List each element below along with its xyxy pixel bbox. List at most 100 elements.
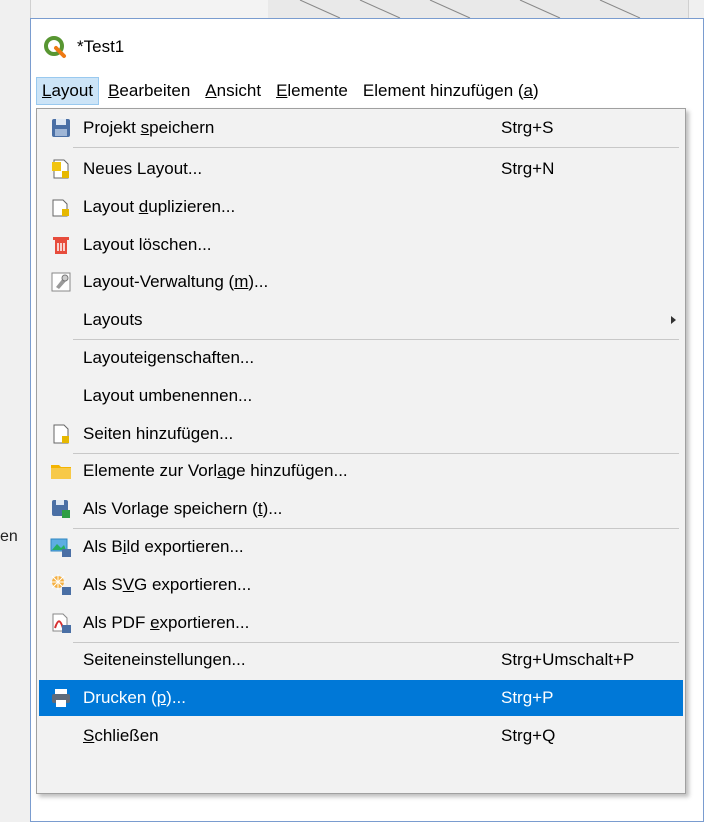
menu-item-projekt-speichern[interactable]: Projekt speichern Strg+S	[39, 110, 683, 146]
mnemonic: a	[217, 461, 227, 480]
label-part: Projekt	[83, 118, 141, 137]
label-part: Als PDF	[83, 613, 151, 632]
layout-menu-dropdown: Projekt speichern Strg+S Neues Layout... St…	[36, 108, 686, 794]
mnemonic: V	[122, 575, 135, 594]
mnemonic: e	[150, 613, 160, 632]
menu-item-label: Seiten hinzufügen...	[83, 416, 233, 452]
menu-item-layout-duplizieren[interactable]: Layout duplizieren...	[39, 189, 683, 225]
menu-item-layout-löschen[interactable]: Layout löschen...	[39, 227, 683, 263]
export-svg-icon	[49, 573, 73, 597]
menu-item-schließen[interactable]: Schließen Strg+Q	[39, 718, 683, 754]
menu-item-als-svg-exportieren[interactable]: Als SVG exportieren...	[39, 567, 683, 603]
menu-item-layout-verwaltung-m[interactable]: Layout-Verwaltung (m)...	[39, 264, 683, 300]
menu-item-label: Schließen	[83, 718, 159, 754]
label-part: G exportieren...	[134, 575, 252, 594]
label-part: Layout löschen...	[83, 235, 212, 254]
menu-item-neues-layout[interactable]: Neues Layout... Strg+N	[39, 151, 683, 187]
menu-item-label: Layouts	[83, 302, 143, 338]
folder-icon	[49, 459, 73, 483]
menubar-item-ansicht[interactable]: Ansicht	[199, 77, 267, 105]
export-pdf-icon	[49, 611, 73, 635]
mnemonic: m	[234, 272, 249, 291]
label-part: earbeiten	[119, 81, 191, 100]
label-part: uplizieren...	[148, 197, 236, 216]
menu-item-shortcut: Strg+S	[501, 118, 554, 137]
label-part: Seiten hinzufügen...	[83, 424, 234, 443]
mnemonic: B	[108, 81, 120, 100]
duplicate-layout-icon	[49, 195, 73, 219]
label-part: Layout umbenennen...	[83, 386, 253, 405]
menu-item-label: Layout löschen...	[83, 227, 212, 263]
label-part: Als S	[83, 575, 123, 594]
label-part: Neues Layout...	[83, 159, 203, 178]
menu-item-als-vorlage-speichern-t[interactable]: Als Vorlage speichern (t)...	[39, 491, 683, 527]
menu-item-label: Projekt speichern	[83, 110, 214, 146]
label-part: lemente	[287, 81, 348, 100]
label-part: )	[533, 81, 539, 100]
label-part: Als Vorlage speichern (	[83, 499, 258, 518]
delete-layout-icon	[49, 233, 73, 257]
menu-item-als-bild-exportieren[interactable]: Als Bild exportieren...	[39, 529, 683, 565]
label-part: )...	[248, 272, 269, 291]
menu-item-label: Layout duplizieren...	[83, 189, 235, 225]
menu-item-label: Layouteigenschaften...	[83, 340, 254, 376]
save-template-icon	[49, 497, 73, 521]
menu-item-label: Drucken (p)...	[83, 680, 186, 716]
mnemonic: s	[140, 118, 150, 137]
menu-item-layouteigenschaften[interactable]: Layouteigenschaften...	[39, 340, 683, 376]
menu-item-label: Als PDF exportieren...	[83, 605, 249, 641]
menu-item-label: Elemente zur Vorlage hinzufügen...	[83, 453, 348, 489]
mnemonic: p	[156, 688, 167, 707]
menu-item-als-pdf-exportieren[interactable]: Als PDF exportieren...	[39, 605, 683, 641]
menu-bar: Layout Bearbeiten Ansicht Elemente Element h…	[36, 74, 703, 108]
background-text: en	[0, 528, 18, 545]
mnemonic: d	[138, 197, 149, 216]
menubar-item-bearbeiten[interactable]: Bearbeiten	[102, 77, 196, 105]
mnemonic: A	[205, 81, 217, 100]
menu-item-seiten-hinzufügen[interactable]: Seiten hinzufügen...	[39, 416, 683, 452]
export-image-icon	[49, 535, 73, 559]
menu-item-label: Als SVG exportieren...	[83, 567, 251, 603]
label-part: chließen	[94, 726, 159, 745]
menu-item-shortcut: Strg+N	[501, 159, 555, 178]
menubar-item-element-hinzufügen-a[interactable]: Element hinzufügen (a)	[357, 77, 545, 105]
label-part: Element hinzufügen (	[362, 81, 524, 100]
menu-item-layouts[interactable]: Layouts	[39, 302, 683, 338]
label-part: nsicht	[216, 81, 262, 100]
menu-item-label: Seiteneinstellungen...	[83, 642, 246, 678]
menu-item-label: Als Bild exportieren...	[83, 529, 244, 565]
menubar-item-layout[interactable]: Layout	[36, 77, 100, 105]
add-pages-icon	[49, 422, 73, 446]
menu-item-layout-umbenennen[interactable]: Layout umbenennen...	[39, 378, 683, 414]
layout-manager-icon	[49, 270, 73, 294]
label-part: ge hinzufügen...	[226, 461, 348, 480]
label-part: )...	[166, 688, 186, 707]
label-part: Seiteneinstellun	[83, 650, 204, 669]
new-layout-icon	[49, 157, 73, 181]
label-part: ld exportieren...	[126, 537, 244, 556]
menu-item-seiteneinstellungen[interactable]: Seiteneinstellungen... Strg+Umschalt+P	[39, 642, 683, 678]
label-part: xportieren...	[159, 613, 250, 632]
label-part: Drucken (	[83, 688, 157, 707]
label-part: ayout	[51, 81, 94, 100]
menu-item-label: Layout umbenennen...	[83, 378, 252, 414]
mnemonic: a	[523, 81, 534, 100]
menu-item-drucken-p[interactable]: Drucken (p)... Strg+P	[39, 680, 683, 716]
menu-item-shortcut: Strg+Umschalt+P	[501, 650, 635, 669]
label-part: Layouts	[83, 310, 143, 329]
menu-item-shortcut: Strg+P	[501, 688, 554, 707]
menu-item-elemente-zur-vorlage-hinzufügen[interactable]: Elemente zur Vorlage hinzufügen...	[39, 453, 683, 489]
submenu-arrow-icon	[671, 316, 676, 324]
label-part: Elemente zur Vorl	[83, 461, 218, 480]
left-panel	[0, 0, 31, 822]
label-part: Als B	[83, 537, 123, 556]
menu-item-label: Layout-Verwaltung (m)...	[83, 264, 268, 300]
label-part: )...	[262, 499, 283, 518]
label-part: Layouteigenschaften...	[83, 348, 255, 367]
mnemonic: E	[276, 81, 288, 100]
mnemonic: S	[83, 726, 95, 745]
menu-item-shortcut: Strg+Q	[501, 726, 556, 745]
menubar-item-elemente[interactable]: Elemente	[270, 77, 354, 105]
mnemonic: g	[203, 650, 213, 669]
label-part: en...	[212, 650, 246, 669]
